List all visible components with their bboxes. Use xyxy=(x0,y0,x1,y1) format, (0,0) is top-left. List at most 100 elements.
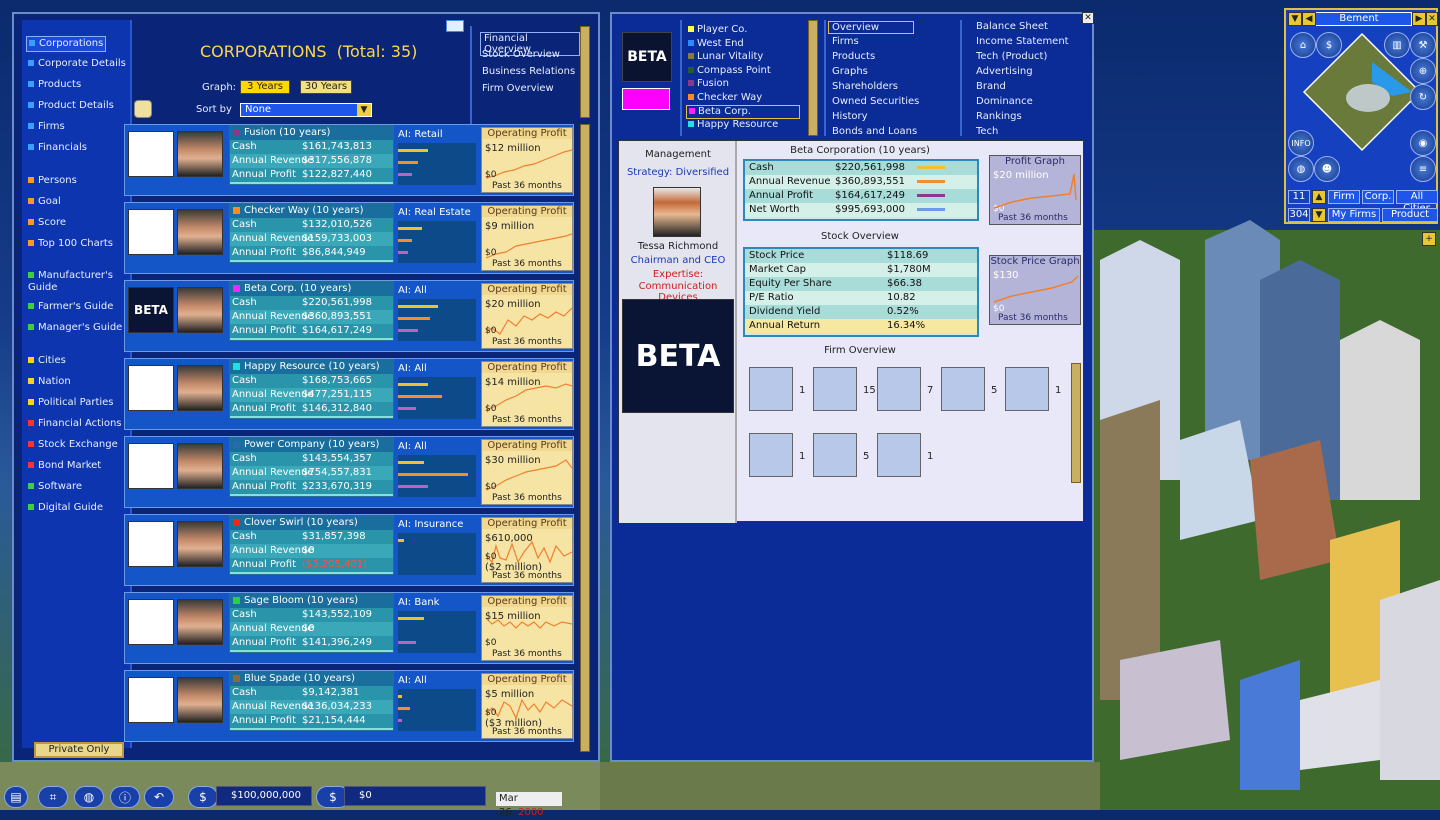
operating-profit-graph[interactable]: Operating Profit $20 million $0 Past 36 mon… xyxy=(481,283,573,349)
corp-logo[interactable]: ♠ xyxy=(128,677,174,723)
pencil-icon[interactable] xyxy=(134,100,152,118)
detail-menu-item[interactable]: History xyxy=(832,111,868,122)
corp-logo[interactable]: ❦ xyxy=(128,365,174,411)
plus-icon[interactable]: + xyxy=(1422,232,1436,246)
firm-building-icon[interactable] xyxy=(813,433,857,477)
corporation-card[interactable]: ✷ Fusion (10 years) Cash $161,743,813 Annual… xyxy=(124,124,574,196)
nav-item[interactable]: Top 100 Charts xyxy=(28,238,113,250)
ceo-portrait[interactable] xyxy=(177,599,223,645)
info-icon[interactable]: INFO xyxy=(1288,130,1314,156)
ceo-portrait[interactable] xyxy=(177,131,223,177)
nav-item[interactable]: Manager's Guide xyxy=(28,322,122,334)
nav-item[interactable]: Cities xyxy=(28,355,66,367)
nav-item[interactable]: Persons xyxy=(28,175,77,187)
nav-item[interactable]: Nation xyxy=(28,376,71,388)
corporation-card[interactable]: ✺ Power Company (10 years) Cash $143,554,35… xyxy=(124,436,574,508)
list-scrollbar[interactable] xyxy=(580,124,590,752)
corp-logo[interactable]: ✺ xyxy=(128,443,174,489)
nav-item[interactable]: Manufacturer's Guide xyxy=(28,270,128,294)
nav-item[interactable]: Corporate Details xyxy=(28,58,126,70)
prev-city-icon[interactable]: ◀ xyxy=(1302,12,1316,26)
company-list-item[interactable]: Lunar Vitality xyxy=(688,51,763,63)
detail-menu-item[interactable]: Bonds and Loans xyxy=(832,126,917,137)
corporation-card[interactable]: ♠ Blue Spade (10 years) Cash $9,142,381 Annu… xyxy=(124,670,574,742)
detail-menu-item[interactable]: Owned Securities xyxy=(832,96,919,107)
overview-menu-item[interactable]: Stock Overview xyxy=(482,49,560,60)
nav-item[interactable]: Digital Guide xyxy=(28,502,103,514)
cash-icon[interactable]: $ xyxy=(188,786,218,808)
company-list-item[interactable]: Player Co. xyxy=(688,24,747,36)
company-list-item[interactable]: Happy Resource xyxy=(688,119,778,131)
next-city-icon[interactable]: ▶ xyxy=(1412,12,1426,26)
corp-logo[interactable]: ❧ xyxy=(128,599,174,645)
corp-logo[interactable]: ✷ xyxy=(128,131,174,177)
menu-icon[interactable]: ▤ xyxy=(4,786,28,808)
person-icon[interactable]: ☻ xyxy=(1314,156,1340,182)
globe-icon[interactable]: ◍ xyxy=(74,786,104,808)
corp-button[interactable]: Corp. xyxy=(1362,190,1394,204)
corporation-card[interactable]: ❦ Happy Resource (10 years) Cash $168,753,6… xyxy=(124,358,574,430)
corporation-card[interactable]: ❧ Sage Bloom (10 years) Cash $143,552,109 An… xyxy=(124,592,574,664)
firm-building-icon[interactable] xyxy=(1005,367,1049,411)
report-menu-item[interactable]: Brand xyxy=(976,81,1006,92)
corp-name-header[interactable]: Beta Corp. (10 years) xyxy=(230,282,393,296)
corp-name-header[interactable]: Clover Swirl (10 years) xyxy=(230,516,393,530)
rotate-icon[interactable]: ↻ xyxy=(1410,84,1436,110)
sort-select[interactable]: None ▼ xyxy=(240,103,372,117)
company-list-item[interactable]: Beta Corp. xyxy=(686,105,800,119)
my-firms-button[interactable]: My Firms xyxy=(1328,208,1380,222)
company-list-item[interactable]: Fusion xyxy=(688,78,729,90)
window-toggle-icon[interactable] xyxy=(446,20,464,32)
city-name[interactable]: Bement xyxy=(1306,12,1412,26)
firm-scrollbar[interactable] xyxy=(1071,363,1081,483)
info-icon[interactable]: ⓘ xyxy=(110,786,140,808)
undo-icon[interactable]: ↶ xyxy=(144,786,174,808)
menu-scrollbar[interactable] xyxy=(580,26,590,118)
private-only-button[interactable]: Private Only xyxy=(34,742,124,758)
firm-building-icon[interactable] xyxy=(813,367,857,411)
nav-item[interactable]: Product Details xyxy=(28,100,114,112)
all-cities-button[interactable]: All Cities xyxy=(1396,190,1438,214)
firm-button[interactable]: Firm xyxy=(1328,190,1360,204)
detail-menu-item[interactable]: Graphs xyxy=(832,66,868,77)
stock-graph[interactable]: Stock Price Graph $130 $0 Past 36 months xyxy=(989,255,1081,325)
graph-30-years-button[interactable]: 30 Years xyxy=(300,80,352,94)
company-list-item[interactable]: Checker Way xyxy=(688,92,762,104)
operating-profit-graph[interactable]: Operating Profit $14 million $0 Past 36 mon… xyxy=(481,361,573,427)
overview-menu-item[interactable]: Firm Overview xyxy=(482,83,554,94)
corp-logo[interactable]: ☼ xyxy=(128,209,174,255)
nav-item[interactable]: Firms xyxy=(28,121,65,133)
chevron-down-icon[interactable]: ▼ xyxy=(357,104,371,116)
corp-logo[interactable]: BETA xyxy=(128,287,174,333)
report-menu-item[interactable]: Balance Sheet xyxy=(976,21,1048,32)
operating-profit-graph[interactable]: Operating Profit $12 million $0 Past 36 mon… xyxy=(481,127,573,193)
corp-logo[interactable]: ✤ xyxy=(128,521,174,567)
report-menu-item[interactable]: Advertising xyxy=(976,66,1033,77)
tools-icon[interactable]: ⚒ xyxy=(1410,32,1436,58)
corp-name-header[interactable]: Sage Bloom (10 years) xyxy=(230,594,393,608)
detail-menu-item[interactable]: Products xyxy=(832,51,875,62)
nav-item[interactable]: Bond Market xyxy=(28,460,101,472)
report-menu-item[interactable]: Rankings xyxy=(976,111,1022,122)
nav-item[interactable]: Goal xyxy=(28,196,61,208)
ceo-portrait[interactable] xyxy=(177,677,223,723)
report-menu-item[interactable]: Tech (Product) xyxy=(976,51,1047,62)
ceo-portrait[interactable] xyxy=(177,521,223,567)
view-icon[interactable]: ◉ xyxy=(1410,130,1436,156)
detail-menu-item[interactable]: Shareholders xyxy=(832,81,898,92)
overview-menu-item[interactable]: Business Relations xyxy=(482,66,575,77)
firm-building-icon[interactable] xyxy=(749,433,793,477)
nav-item[interactable]: Software xyxy=(28,481,82,493)
corp-name-header[interactable]: Checker Way (10 years) xyxy=(230,204,393,218)
ceo-portrait[interactable] xyxy=(177,443,223,489)
operating-profit-graph[interactable]: Operating Profit $610,000 $0 ($2 million) Pa… xyxy=(481,517,573,583)
corp-name-header[interactable]: Power Company (10 years) xyxy=(230,438,393,452)
operating-profit-graph[interactable]: Operating Profit $15 million $0 Past 36 mon… xyxy=(481,595,573,661)
nav-item[interactable]: Political Parties xyxy=(28,397,114,409)
close-icon[interactable]: ✕ xyxy=(1426,12,1438,26)
nav-item[interactable]: Financial Actions xyxy=(28,418,122,430)
nav-item[interactable]: Stock Exchange xyxy=(28,439,118,451)
chart-icon[interactable]: ▥ xyxy=(1384,32,1410,58)
nav-item[interactable]: Products xyxy=(28,79,81,91)
corp-name-header[interactable]: Happy Resource (10 years) xyxy=(230,360,393,374)
